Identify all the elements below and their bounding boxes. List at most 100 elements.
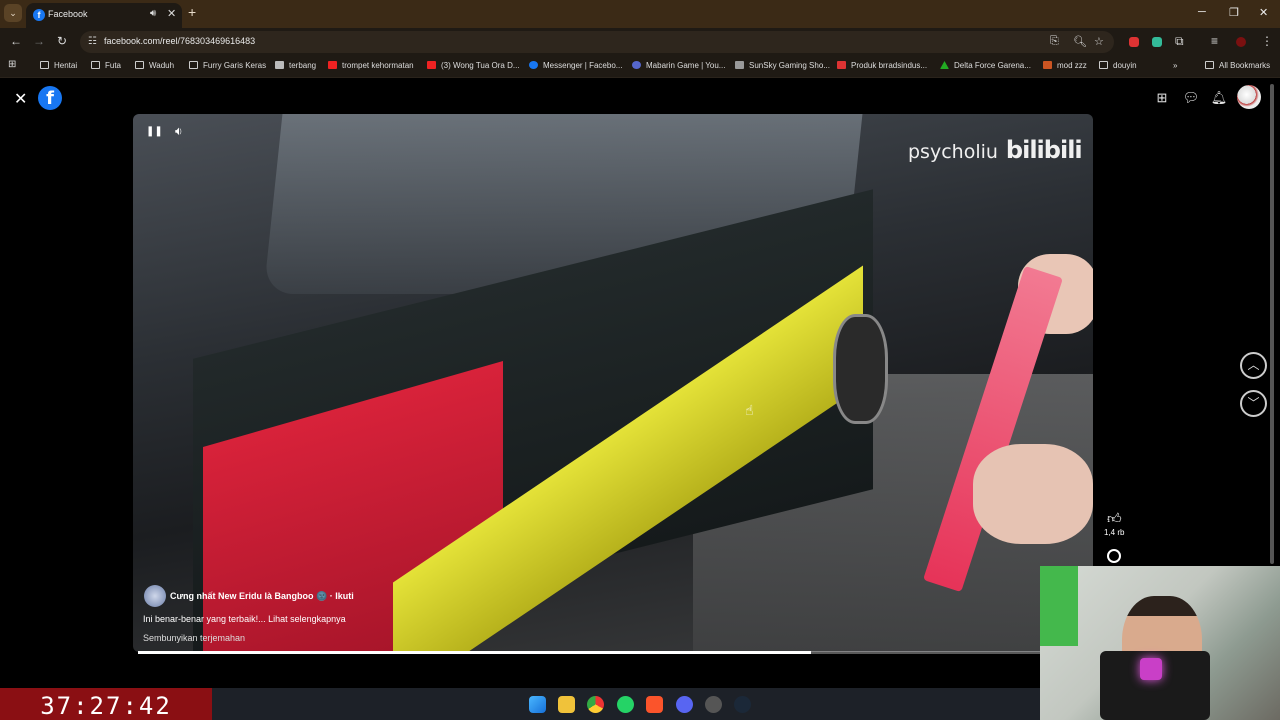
bookmark-label: Produk brradsindus...: [851, 61, 928, 70]
page-scrollbar[interactable]: [1270, 84, 1274, 564]
video-progress-fill: [138, 651, 812, 654]
address-bar[interactable]: ☷ facebook.com/reel/768303469616483 ⎘ 🔍︎…: [80, 31, 1114, 53]
facebook-icon: [529, 61, 538, 69]
zoom-icon[interactable]: 🔍︎: [1073, 35, 1087, 48]
bookmark-label: Hentai: [54, 61, 78, 70]
bookmark-item[interactable]: douyin: [1099, 61, 1137, 70]
folder-icon: [91, 61, 100, 69]
folder-icon: [189, 61, 198, 69]
new-tab-icon[interactable]: +: [188, 4, 196, 20]
tab-title: Facebook: [48, 9, 88, 19]
video-progress-bar[interactable]: [138, 651, 1048, 654]
folder-icon: [135, 61, 144, 69]
messenger-icon[interactable]: 💬︎: [1181, 88, 1201, 108]
app-icon[interactable]: [705, 696, 722, 713]
mouse-pointer-icon: ☝︎: [745, 402, 754, 418]
bookmark-item[interactable]: SunSky Gaming Sho...: [735, 61, 830, 70]
previous-reel-button[interactable]: ︿: [1240, 352, 1267, 379]
delta-force-icon: [940, 61, 949, 69]
url-text: facebook.com/reel/768303469616483: [104, 36, 256, 46]
tab-facebook[interactable]: f Facebook 🔊︎ ✕: [26, 3, 182, 28]
bookmark-label: Messenger | Facebo...: [543, 61, 623, 70]
bookmark-item[interactable]: Messenger | Facebo...: [529, 61, 622, 70]
install-app-icon[interactable]: ⎘: [1050, 35, 1059, 48]
bookmark-label: Delta Force Garena...: [954, 61, 1031, 70]
facebook-logo-icon[interactable]: f: [38, 86, 62, 110]
speaker-icon[interactable]: 🔊︎: [150, 8, 156, 19]
webcam-rgb-light: [1140, 658, 1162, 680]
file-explorer-icon[interactable]: [558, 696, 575, 713]
comment-icon[interactable]: [1107, 549, 1121, 563]
all-bookmarks[interactable]: All Bookmarks: [1205, 61, 1270, 70]
video-scene-hand: [973, 444, 1093, 544]
folder-icon: [1205, 61, 1214, 69]
bookmark-item[interactable]: Waduh: [135, 61, 174, 70]
bookmark-label: Waduh: [149, 61, 175, 70]
bookmark-label: mod zzz: [1057, 61, 1087, 70]
watermark-brand: bilibili: [1005, 136, 1083, 164]
minimize-icon[interactable]: ─: [1198, 6, 1206, 18]
bookmark-item[interactable]: Delta Force Garena...: [940, 61, 1031, 70]
extension-icon[interactable]: [1129, 37, 1139, 47]
bookmark-item[interactable]: mod zzz: [1043, 61, 1087, 70]
bookmark-label: trompet kehormatan: [342, 61, 414, 70]
discord-icon[interactable]: [676, 696, 693, 713]
chrome-icon[interactable]: [587, 696, 604, 713]
like-thumb-icon[interactable]: 👍︎: [1107, 510, 1122, 527]
menu-grid-icon[interactable]: ⊞: [1152, 88, 1172, 108]
bookmark-item[interactable]: Mabarin Game | You...: [632, 61, 725, 70]
folder-icon: [1099, 61, 1108, 69]
restore-icon[interactable]: ❐: [1229, 6, 1239, 19]
back-icon[interactable]: ←: [10, 34, 22, 48]
extensions-puzzle-icon[interactable]: ⧉: [1175, 34, 1184, 49]
like-count: 1,4 rb: [1104, 528, 1125, 537]
bookmark-label: Futa: [105, 61, 122, 70]
site-info-icon[interactable]: ☷: [88, 36, 97, 47]
reel-video[interactable]: psycholiu bilibili ❚❚ 🔉︎ Cưng nhất New Er…: [133, 114, 1093, 652]
more-bookmarks-icon[interactable]: »: [1173, 61, 1177, 70]
reel-caption[interactable]: Ini benar-benar yang terbaik!... Lihat s…: [143, 614, 346, 624]
notifications-bell-icon[interactable]: 🔔︎: [1209, 88, 1229, 108]
steam-icon[interactable]: [734, 696, 751, 713]
site-icon: [837, 61, 846, 69]
account-avatar[interactable]: [1237, 85, 1261, 109]
profile-avatar[interactable]: [1236, 37, 1246, 47]
whatsapp-icon[interactable]: [617, 696, 634, 713]
next-reel-button[interactable]: ﹀: [1240, 390, 1267, 417]
tab-search-icon[interactable]: ⌄: [4, 4, 22, 22]
bookmark-item[interactable]: trompet kehormatan: [328, 61, 414, 70]
pause-icon[interactable]: ❚❚: [146, 126, 163, 137]
media-controls-icon[interactable]: ≡: [1211, 34, 1218, 48]
bookmark-label: Furry Garis Keras: [203, 61, 267, 70]
bookmark-item[interactable]: Futa: [91, 61, 121, 70]
volume-icon[interactable]: 🔉︎: [175, 124, 183, 139]
site-icon: [632, 61, 641, 69]
brave-icon[interactable]: [646, 696, 663, 713]
bookmark-label: terbang: [289, 61, 317, 70]
close-window-icon[interactable]: ✕: [1259, 6, 1268, 19]
extension-icon[interactable]: [1152, 37, 1162, 47]
watermark-user: psycholiu: [908, 141, 998, 163]
bookmark-item[interactable]: (3) Wong Tua Ora D...: [427, 61, 520, 70]
author-avatar[interactable]: [144, 585, 166, 607]
hide-translation-link[interactable]: Sembunyikan terjemahan: [143, 633, 245, 643]
folder-icon: [40, 61, 49, 69]
bookmark-item[interactable]: Furry Garis Keras: [189, 61, 266, 70]
video-watermark: psycholiu bilibili: [908, 136, 1083, 164]
youtube-icon: [427, 61, 436, 69]
bookmark-label: Mabarin Game | You...: [646, 61, 726, 70]
reel-author[interactable]: Cưng nhất New Eridu là Bangboo 🌚 · Ikuti: [170, 591, 354, 602]
bookmark-star-icon[interactable]: ☆: [1094, 35, 1104, 48]
browser-toolbar: ← → ↻ ☷ facebook.com/reel/76830346961648…: [0, 28, 1280, 56]
close-tab-icon[interactable]: ✕: [167, 7, 176, 20]
menu-kebab-icon[interactable]: ⋮: [1261, 34, 1273, 48]
forward-icon[interactable]: →: [33, 34, 45, 48]
close-reel-icon[interactable]: ✕: [14, 89, 27, 109]
video-scene-wheel: [833, 314, 888, 424]
bookmark-item[interactable]: terbang: [275, 61, 316, 70]
reload-icon[interactable]: ↻: [57, 34, 67, 48]
bookmark-item[interactable]: Hentai: [40, 61, 77, 70]
bookmark-item[interactable]: Produk brradsindus...: [837, 61, 927, 70]
apps-grid-icon[interactable]: ⊞: [8, 59, 16, 70]
windows-start-icon[interactable]: [529, 696, 546, 713]
